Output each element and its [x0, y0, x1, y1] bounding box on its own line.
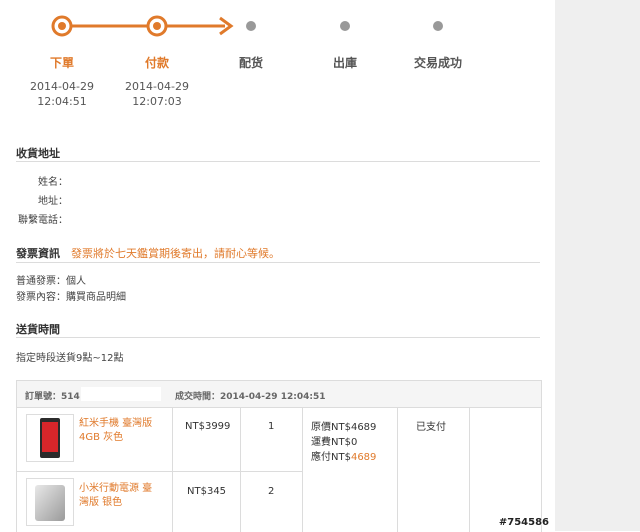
phone-image[interactable]	[26, 414, 74, 462]
order-number: 訂單號：514	[25, 392, 80, 402]
address-section-title: 收貨地址	[16, 147, 60, 160]
col-divider-2	[240, 407, 241, 532]
watermark: #754586	[498, 517, 549, 528]
item-2-qty: 2	[268, 486, 275, 497]
step-3-marker	[246, 21, 256, 31]
item-1-price: NT$3999	[185, 421, 231, 432]
item-1-qty: 1	[268, 421, 275, 432]
step-1-time: 12:04:51	[37, 95, 87, 108]
payable-prefix: 應付NT$	[311, 452, 351, 463]
payable-amount: 應付NT$4689	[311, 448, 376, 463]
order-header: 訂單號：514 成交時間：2014-04-29 12:04:51	[17, 381, 541, 408]
col-divider-1	[172, 407, 173, 532]
power-bank-icon	[35, 485, 65, 521]
delivery-divider	[16, 337, 540, 338]
step-1-marker-dot	[58, 22, 66, 30]
shipping-fee: 運費NT$0	[311, 437, 358, 448]
item-1-name-line1[interactable]: 紅米手機 臺灣版	[79, 417, 152, 431]
phone-label: 聯繫電話：	[18, 215, 68, 226]
step-label-shipped: 出庫	[332, 56, 357, 70]
original-price: 原價NT$4689	[311, 422, 377, 433]
order-progress-tracker: 下單 付款 配货 出庫 交易成功 2014-04-29 12:04:51 201…	[0, 0, 555, 120]
col-divider-3	[302, 407, 303, 532]
item-2-name-line2[interactable]: 灣版 银色	[79, 496, 122, 510]
item-1-name-line2[interactable]: 4GB 灰色	[79, 431, 123, 445]
delivery-time-value: 指定時段送貨9點~12點	[16, 353, 124, 364]
row-divider	[17, 471, 302, 472]
payable-value: 4689	[350, 452, 377, 463]
col-divider-4	[397, 407, 398, 532]
step-4-marker	[340, 21, 350, 31]
step-label-allocation: 配货	[238, 56, 263, 70]
invoice-divider	[16, 262, 540, 263]
step-2-time: 12:07:03	[132, 95, 182, 108]
invoice-note: 發票將於七天鑑賞期後寄出，請耐心等候。	[71, 247, 280, 260]
name-label: 姓名：	[38, 177, 68, 188]
step-label-payment: 付款	[144, 56, 169, 70]
order-time: 成交時間：2014-04-29 12:04:51	[175, 392, 326, 402]
item-2-name-line1[interactable]: 小米行動電源 臺	[79, 482, 152, 496]
invoice-type: 普通發票：個人	[16, 276, 86, 287]
step-2-date: 2014-04-29	[125, 80, 189, 93]
order-table: 訂單號：514 成交時間：2014-04-29 12:04:51 紅米手機 臺灣…	[16, 380, 542, 532]
step-label-order: 下單	[49, 56, 74, 70]
order-detail-main: 下單 付款 配货 出庫 交易成功 2014-04-29 12:04:51 201…	[0, 0, 555, 532]
col-divider-5	[469, 407, 470, 532]
address-divider	[16, 161, 540, 162]
power-bank-image[interactable]	[26, 478, 74, 526]
order-number-redaction	[81, 387, 161, 401]
step-5-marker	[433, 21, 443, 31]
invoice-content: 發票內容：購買商品明細	[16, 292, 126, 303]
progress-line-svg	[51, 15, 443, 37]
payment-status: 已支付	[416, 422, 446, 433]
step-label-complete: 交易成功	[413, 56, 462, 70]
phone-icon	[40, 418, 60, 458]
invoice-section-title: 發票資訊	[16, 247, 60, 260]
delivery-section-title: 送貨時間	[16, 323, 60, 336]
right-gray-panel	[555, 0, 640, 531]
step-2-marker-dot	[153, 22, 161, 30]
step-1-date: 2014-04-29	[30, 80, 94, 93]
address-label: 地址：	[38, 196, 68, 207]
item-2-price: NT$345	[187, 486, 227, 497]
